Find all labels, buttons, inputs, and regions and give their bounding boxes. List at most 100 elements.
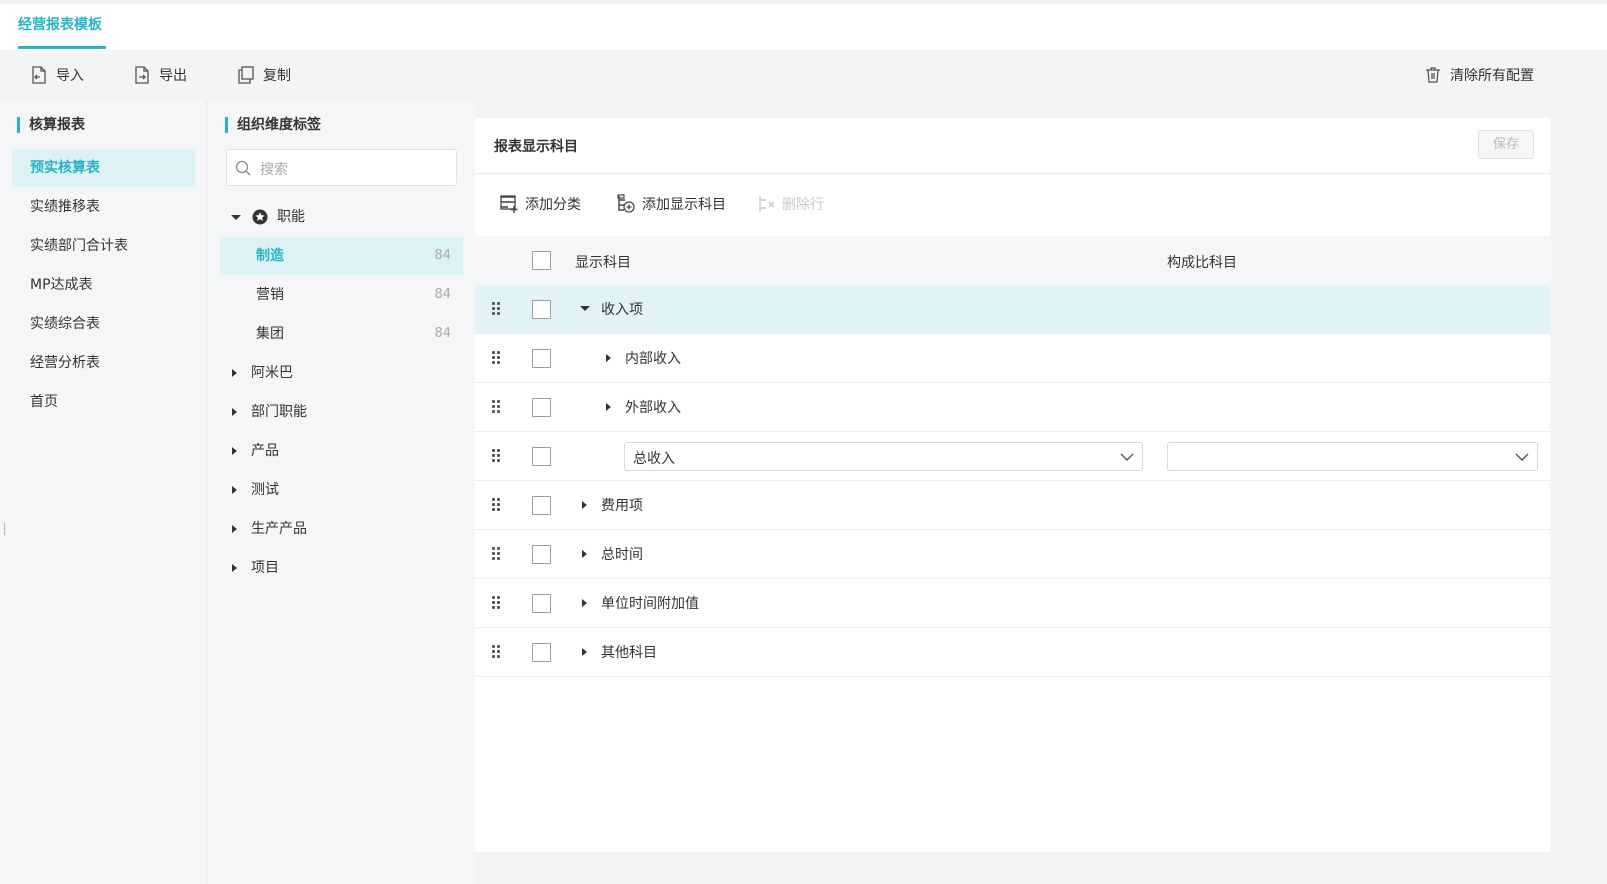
table-row[interactable]: 费用项 [475, 481, 1550, 530]
export-file-icon [135, 66, 149, 84]
tree-node-test[interactable]: 测试 [220, 471, 463, 509]
copy-icon [238, 66, 254, 84]
sidebar-item-home[interactable]: 首页 [12, 383, 195, 421]
tab-business-report-template[interactable]: 经营报表模板 [18, 14, 102, 34]
org-panel-title: 组织维度标签 [225, 117, 321, 133]
save-button[interactable]: 保存 [1478, 130, 1534, 159]
search-icon [235, 160, 251, 176]
add-subject-icon [617, 194, 635, 213]
table-row[interactable]: 外部收入 [475, 383, 1550, 432]
row-checkbox[interactable] [532, 496, 551, 515]
tree-count: 84 [434, 287, 451, 302]
chevron-down-icon [1515, 453, 1529, 461]
caret-right-icon[interactable] [582, 599, 587, 607]
row-checkbox[interactable] [532, 447, 551, 466]
resize-handle-icon[interactable]: ⁞ ⁞ [3, 522, 7, 542]
tree-node-marketing[interactable]: 营销 84 [220, 276, 463, 314]
add-category-button[interactable]: 添加分类 [499, 194, 581, 214]
sidebar-item-performance-summary[interactable]: 实绩综合表 [12, 305, 195, 343]
delete-row-icon [759, 196, 775, 212]
tree-node-manufacturing[interactable]: 制造 84 [220, 237, 463, 275]
tree-node-production-product[interactable]: 生产产品 [220, 510, 463, 548]
star-circle-icon [252, 209, 268, 225]
add-display-subject-label: 添加显示科目 [642, 197, 726, 213]
sidebar-item-mp-achievement[interactable]: MP达成表 [12, 266, 195, 304]
row-checkbox[interactable] [532, 594, 551, 613]
drag-handle-icon[interactable] [492, 302, 502, 316]
sidebar-item-dept-total[interactable]: 实绩部门合计表 [12, 227, 195, 265]
drag-handle-icon[interactable] [492, 645, 502, 659]
table-row[interactable]: 总收入 [475, 432, 1550, 481]
drag-handle-icon[interactable] [492, 498, 502, 512]
tree-node-product[interactable]: 产品 [220, 432, 463, 470]
search-input[interactable]: 搜索 [226, 149, 457, 186]
tree-node-group[interactable]: 集团 84 [220, 315, 463, 353]
tree-count: 84 [434, 326, 451, 341]
import-file-icon [32, 66, 46, 84]
row-label: 费用项 [601, 498, 643, 514]
add-display-subject-button[interactable]: 添加显示科目 [616, 194, 726, 214]
caret-down-icon[interactable] [580, 306, 590, 311]
sidebar-item-performance-trend[interactable]: 实绩推移表 [12, 188, 195, 226]
import-button[interactable]: 导入 [30, 65, 84, 85]
drag-handle-icon[interactable] [492, 400, 502, 414]
select-all-checkbox[interactable] [532, 251, 551, 270]
tree-label: 集团 [256, 326, 284, 342]
tab-active-underline [18, 46, 106, 49]
tree-node-dept-function[interactable]: 部门职能 [220, 393, 463, 431]
export-button[interactable]: 导出 [133, 65, 187, 85]
caret-right-icon[interactable] [606, 403, 611, 411]
row-label: 内部收入 [625, 351, 681, 367]
tree-node-function[interactable]: 职能 [220, 198, 463, 236]
subject-select-value: 总收入 [633, 451, 675, 467]
clear-all-config-button[interactable]: 清除所有配置 [1424, 65, 1534, 85]
table-row[interactable]: 内部收入 [475, 334, 1550, 383]
add-category-label: 添加分类 [525, 197, 581, 213]
subject-select[interactable]: 总收入 [624, 442, 1143, 471]
page-title: 报表显示科目 [494, 139, 578, 155]
tree-label: 职能 [277, 209, 305, 225]
row-label: 单位时间附加值 [601, 596, 699, 612]
table-row[interactable]: 单位时间附加值 [475, 579, 1550, 628]
drag-handle-icon[interactable] [492, 596, 502, 610]
tree-count: 84 [434, 248, 451, 263]
ratio-select[interactable] [1167, 442, 1538, 471]
row-label: 其他科目 [601, 645, 657, 661]
drag-handle-icon[interactable] [492, 449, 502, 463]
row-checkbox[interactable] [532, 349, 551, 368]
row-checkbox[interactable] [532, 300, 551, 319]
row-label: 外部收入 [625, 400, 681, 416]
column-header-subject: 显示科目 [575, 255, 631, 271]
tree-label: 部门职能 [251, 404, 307, 420]
caret-right-icon[interactable] [582, 550, 587, 558]
drag-handle-icon[interactable] [492, 351, 502, 365]
row-checkbox[interactable] [532, 398, 551, 417]
tree-node-project[interactable]: 项目 [220, 549, 463, 587]
caret-right-icon[interactable] [582, 501, 587, 509]
caret-right-icon [232, 369, 237, 377]
caret-right-icon [232, 564, 237, 572]
tree-label: 测试 [251, 482, 279, 498]
delete-row-label: 删除行 [782, 197, 824, 213]
table-row[interactable]: 其他科目 [475, 628, 1550, 677]
tab-bar: 经营报表模板 [0, 0, 1607, 50]
delete-row-button[interactable]: 删除行 [756, 194, 824, 214]
search-placeholder: 搜索 [260, 162, 288, 178]
copy-button[interactable]: 复制 [237, 65, 291, 85]
caret-right-icon [232, 525, 237, 533]
table-row[interactable]: 收入项 [475, 285, 1550, 334]
drag-handle-icon[interactable] [492, 547, 502, 561]
caret-right-icon[interactable] [582, 648, 587, 656]
tree-label: 阿米巴 [251, 365, 293, 381]
tree-node-amoeba[interactable]: 阿米巴 [220, 354, 463, 392]
toolbar: 导入 导出 复制 清除所有配置 [0, 50, 1607, 100]
caret-right-icon[interactable] [606, 354, 611, 362]
clear-all-config-label: 清除所有配置 [1450, 68, 1534, 84]
sidebar-item-business-analysis[interactable]: 经营分析表 [12, 344, 195, 382]
row-checkbox[interactable] [532, 545, 551, 564]
caret-down-icon [231, 214, 241, 220]
tree-label: 营销 [256, 287, 284, 303]
table-row[interactable]: 总时间 [475, 530, 1550, 579]
row-checkbox[interactable] [532, 643, 551, 662]
sidebar-item-forecast-actual[interactable]: 预实核算表 [12, 149, 195, 187]
